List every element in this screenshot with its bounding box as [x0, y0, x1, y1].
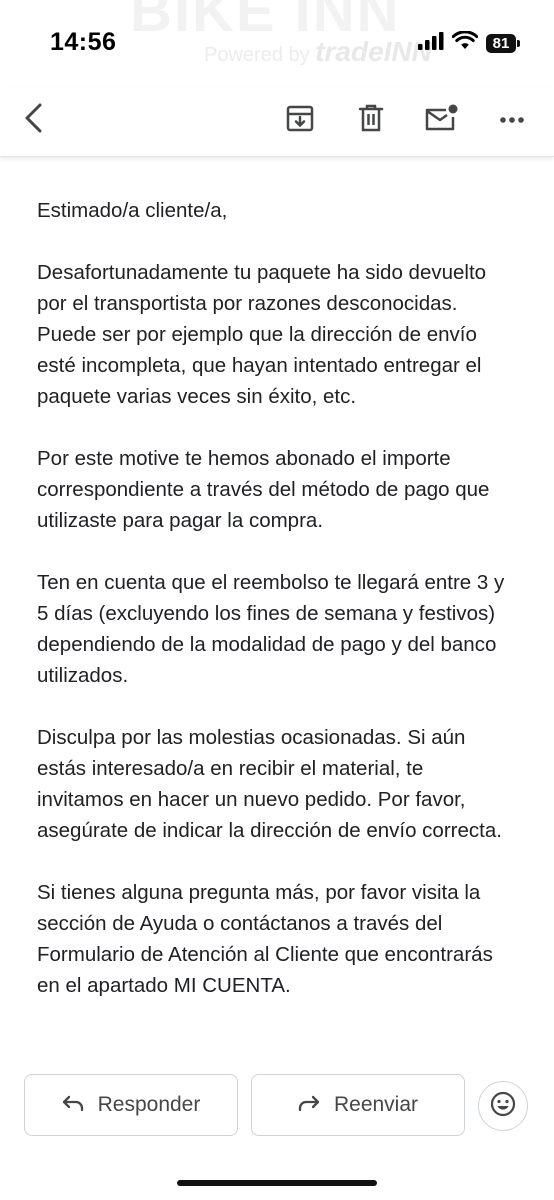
more-icon	[499, 111, 525, 129]
back-arrow-icon	[20, 102, 48, 139]
archive-icon	[285, 103, 315, 138]
battery-tip	[517, 39, 520, 47]
email-paragraph: Disculpa por las molestias ocasionadas. …	[37, 726, 502, 842]
email-paragraph: Por este motive te hemos abonado el impo…	[37, 447, 490, 532]
cellular-signal-icon	[418, 31, 444, 55]
mark-unread-icon	[424, 103, 458, 138]
archive-button[interactable]	[276, 96, 324, 144]
email-toolbar	[0, 88, 554, 157]
back-button[interactable]	[10, 96, 58, 144]
reply-button[interactable]: Responder	[24, 1074, 238, 1136]
email-paragraph: Desafortunadamente tu paquete ha sido de…	[37, 261, 487, 408]
reply-button-label: Responder	[97, 1093, 201, 1116]
reply-arrow-icon	[62, 1093, 84, 1117]
status-time: 14:56	[50, 28, 117, 56]
banner-powered-brand: tradeINN	[315, 36, 432, 67]
forward-button[interactable]: Reenviar	[251, 1074, 465, 1136]
forward-arrow-icon	[298, 1093, 320, 1117]
smiley-icon	[490, 1091, 516, 1122]
emoji-reaction-button[interactable]	[478, 1081, 528, 1131]
email-greeting: Estimado/a cliente/a,	[37, 199, 228, 222]
banner-powered-prefix: Powered by	[204, 44, 310, 66]
status-bar: BIKE INN Powered by tradeINN 14:56 81	[0, 0, 554, 88]
email-body: Estimado/a cliente/a, Desafortunadamente…	[37, 195, 507, 1061]
wifi-icon	[451, 30, 479, 55]
reply-actions-bar: Responder Reenviar	[0, 1060, 554, 1200]
forward-button-label: Reenviar	[333, 1093, 419, 1116]
more-options-button[interactable]	[488, 96, 536, 144]
email-paragraph: Ten en cuenta que el reembolso te llegar…	[37, 571, 505, 687]
banner-powered-by: Powered by tradeINN	[204, 36, 432, 68]
delete-icon	[357, 103, 385, 138]
mark-unread-button[interactable]	[417, 96, 465, 144]
battery-icon: 81	[486, 33, 520, 53]
delete-button[interactable]	[347, 96, 395, 144]
home-indicator	[177, 1180, 377, 1186]
battery-level: 81	[486, 33, 516, 53]
email-paragraph: Si tienes alguna pregunta más, por favor…	[37, 881, 493, 997]
email-screen: BIKE INN Powered by tradeINN 14:56 81 Es…	[0, 0, 554, 1200]
status-icons: 81	[418, 30, 520, 55]
